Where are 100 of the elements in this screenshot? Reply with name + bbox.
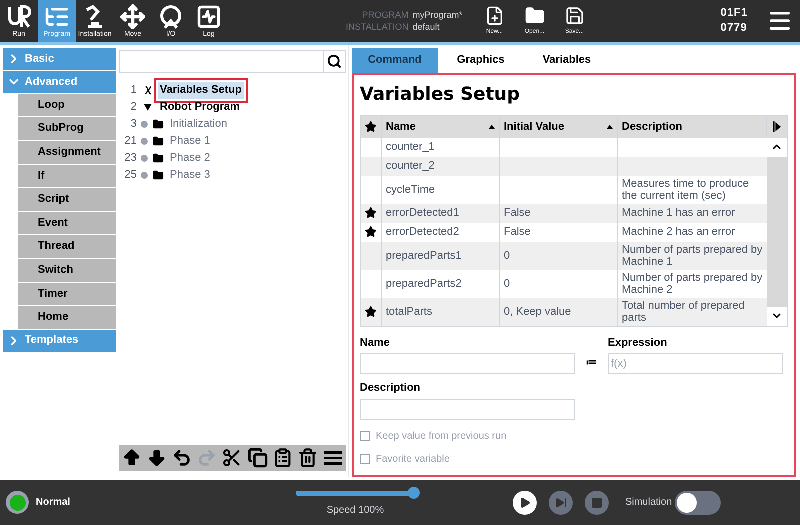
expand-column-icon <box>772 120 782 133</box>
expand-handle-icon[interactable] <box>141 120 148 128</box>
tab[interactable]: Variables <box>524 48 610 73</box>
command-button[interactable]: Script <box>18 188 116 211</box>
folder-icon <box>152 170 164 181</box>
tree-item[interactable]: Phase 2 <box>168 150 212 166</box>
command-button[interactable]: SubProg <box>18 117 116 140</box>
trash-icon <box>298 448 318 468</box>
table-cell-text: counter_2 <box>386 159 435 174</box>
simulation-label: Simulation <box>625 496 672 510</box>
speed-label: Speed 100% <box>326 504 384 518</box>
arrow-up-icon <box>122 448 142 468</box>
scrollbar[interactable] <box>767 138 787 326</box>
table-cell: Machine 1 has an error <box>622 207 736 220</box>
table-cell-text: False <box>504 225 531 240</box>
installation-name: default <box>412 20 440 33</box>
tree-item[interactable]: Variables Setup <box>158 82 244 98</box>
checkbox-label: Keep value from previous run <box>376 430 507 444</box>
clipboard-icon <box>272 448 293 468</box>
code-text: 01F1 <box>720 6 748 21</box>
table-cell-text: 0 <box>504 276 510 292</box>
table-cell-text: 0 <box>504 248 510 264</box>
program-label: PROGRAM <box>361 8 409 21</box>
play-icon <box>519 496 532 509</box>
slider-thumb[interactable] <box>408 487 420 500</box>
save-icon <box>564 6 585 26</box>
command-button[interactable]: Thread <box>18 235 116 258</box>
expression-input[interactable]: f(x) <box>608 353 783 374</box>
io-icon <box>158 4 184 30</box>
command-button[interactable]: Event <box>18 212 116 234</box>
tree-item[interactable]: Initialization <box>168 116 230 132</box>
tree-item[interactable]: Phase 3 <box>168 167 212 184</box>
expand-handle-icon[interactable] <box>141 154 148 162</box>
redo-icon <box>197 448 218 468</box>
table-cell-text: totalParts <box>386 304 432 320</box>
search-field[interactable] <box>119 50 346 73</box>
new-file-icon <box>484 6 505 26</box>
field-label: Description <box>360 381 422 396</box>
installation-label: INSTALLATION <box>345 20 409 33</box>
tab[interactable]: Graphics <box>438 48 524 73</box>
scissors-icon <box>222 448 242 468</box>
table-cell: Number of parts prepared by Machine 2 <box>622 272 763 296</box>
tree-item[interactable]: Phase 1 <box>168 133 212 150</box>
folder-icon <box>152 152 164 164</box>
toolbar-button[interactable] <box>246 447 269 470</box>
undo-icon <box>172 448 192 468</box>
field-label: Expression <box>608 336 668 351</box>
log-chart-icon <box>196 4 222 30</box>
table-cell-text: preparedParts1 <box>386 248 462 264</box>
table-cell-text: errorDetected1 <box>386 206 460 221</box>
toolbar-button[interactable] <box>297 447 320 470</box>
tab[interactable]: Command <box>352 48 438 73</box>
command-button[interactable]: Home <box>18 306 116 329</box>
table-cell-text: errorDetected2 <box>386 225 460 240</box>
folder-icon <box>524 6 545 26</box>
table-cell-text: Measures time to produce the current item (sec) <box>622 178 750 202</box>
table-cell-text: counter_1 <box>386 140 435 155</box>
command-button[interactable]: Assignment <box>18 140 116 164</box>
folder-icon <box>152 136 164 147</box>
field-label: Name <box>360 336 391 351</box>
name-input[interactable] <box>360 353 575 374</box>
arrow-down-icon <box>146 448 167 468</box>
simulation-toggle[interactable] <box>675 490 722 515</box>
status-light-icon <box>6 491 29 514</box>
table-cell-text: 0, Keep value <box>504 304 572 320</box>
line-number: 3 <box>130 117 137 132</box>
sort-indicator-icon <box>489 124 495 129</box>
line-number: 21 <box>124 134 137 149</box>
line-number: 1 <box>130 83 137 98</box>
variable-x-icon <box>144 86 152 95</box>
command-button[interactable]: Timer <box>18 282 116 306</box>
table-cell-text: Total number of prepared parts <box>622 300 746 324</box>
status-text: Normal <box>36 496 70 510</box>
table-cell-text: cycleTime <box>386 182 436 198</box>
play-button[interactable] <box>513 490 538 515</box>
tree-item[interactable]: Robot Program <box>158 99 242 116</box>
move-icon <box>120 4 146 30</box>
expand-handle-icon[interactable] <box>141 172 148 179</box>
sort-indicator-icon <box>607 124 613 129</box>
line-number: 25 <box>124 168 137 183</box>
command-button[interactable]: If <box>18 164 116 188</box>
table-cell-text: preparedParts2 <box>386 276 462 292</box>
assign-symbol: ≔ <box>585 356 598 371</box>
table-cell: Machine 2 has an error <box>622 226 736 238</box>
checkbox-label: Favorite variable <box>376 452 450 467</box>
logo-icon <box>6 4 32 30</box>
search-icon <box>327 54 342 69</box>
program-name: myProgram* <box>412 8 463 21</box>
expand-handle-icon[interactable] <box>141 138 148 145</box>
star-icon <box>365 120 377 133</box>
stop-icon <box>591 496 604 509</box>
command-button[interactable]: Switch <box>18 258 116 282</box>
description-input[interactable] <box>360 398 575 420</box>
table-cell: Number of parts prepared by Machine 1 <box>622 244 763 268</box>
command-button[interactable]: Loop <box>18 94 116 116</box>
line-number: 23 <box>124 151 137 166</box>
line-number: 2 <box>130 100 137 115</box>
copy-icon <box>248 448 268 468</box>
folder-icon <box>152 118 164 130</box>
code-text: 0779 <box>720 20 748 36</box>
